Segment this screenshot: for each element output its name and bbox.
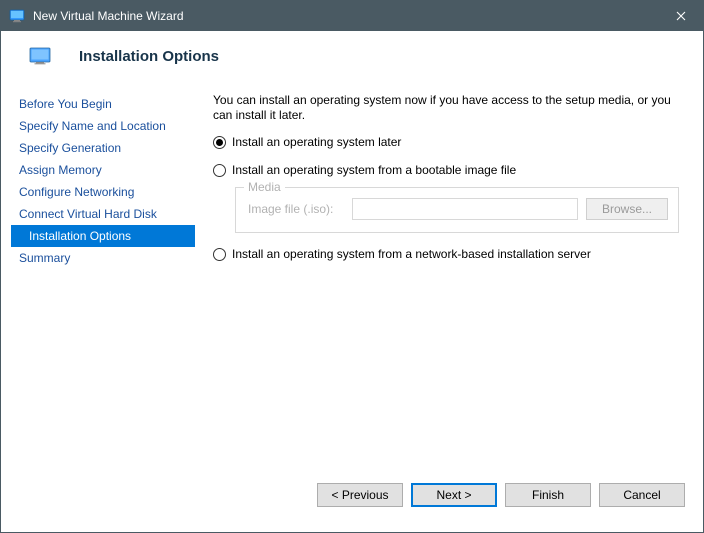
sidebar-item-specify-name[interactable]: Specify Name and Location xyxy=(11,115,201,137)
sidebar-item-summary[interactable]: Summary xyxy=(11,247,201,269)
header: Installation Options xyxy=(1,31,703,89)
sidebar-item-connect-vhd[interactable]: Connect Virtual Hard Disk xyxy=(11,203,201,225)
iso-path-input xyxy=(352,198,578,220)
sidebar-item-configure-networking[interactable]: Configure Networking xyxy=(11,181,201,203)
sidebar-item-before-you-begin[interactable]: Before You Begin xyxy=(11,93,201,115)
finish-button[interactable]: Finish xyxy=(505,483,591,507)
radio-icon xyxy=(213,164,226,177)
media-legend: Media xyxy=(244,180,285,194)
app-icon xyxy=(9,8,25,24)
titlebar: New Virtual Machine Wizard xyxy=(1,1,703,31)
media-fieldset: Media Image file (.iso): Browse... xyxy=(235,187,679,233)
option-install-later-label: Install an operating system later xyxy=(232,135,401,149)
next-button[interactable]: Next > xyxy=(411,483,497,507)
body: Before You Begin Specify Name and Locati… xyxy=(1,89,703,469)
media-label: Image file (.iso): xyxy=(248,202,344,216)
intro-text: You can install an operating system now … xyxy=(213,93,685,123)
close-button[interactable] xyxy=(658,1,703,31)
previous-button[interactable]: < Previous xyxy=(317,483,403,507)
sidebar-item-assign-memory[interactable]: Assign Memory xyxy=(11,159,201,181)
option-install-later[interactable]: Install an operating system later xyxy=(213,135,685,149)
sidebar: Before You Begin Specify Name and Locati… xyxy=(1,89,201,469)
window-title: New Virtual Machine Wizard xyxy=(33,9,658,23)
sidebar-item-specify-generation[interactable]: Specify Generation xyxy=(11,137,201,159)
option-install-network-label: Install an operating system from a netwo… xyxy=(232,247,591,261)
content: You can install an operating system now … xyxy=(201,89,703,469)
page-title: Installation Options xyxy=(79,48,219,65)
option-install-bootable-label: Install an operating system from a boota… xyxy=(232,163,516,177)
footer: < Previous Next > Finish Cancel xyxy=(1,469,703,507)
sidebar-item-installation-options[interactable]: Installation Options xyxy=(11,225,195,247)
wizard-icon xyxy=(29,47,51,65)
radio-icon xyxy=(213,248,226,261)
media-row: Image file (.iso): Browse... xyxy=(248,198,668,220)
cancel-button[interactable]: Cancel xyxy=(599,483,685,507)
radio-icon xyxy=(213,136,226,149)
option-install-bootable[interactable]: Install an operating system from a boota… xyxy=(213,163,685,177)
option-install-network[interactable]: Install an operating system from a netwo… xyxy=(213,247,685,261)
browse-button: Browse... xyxy=(586,198,668,220)
